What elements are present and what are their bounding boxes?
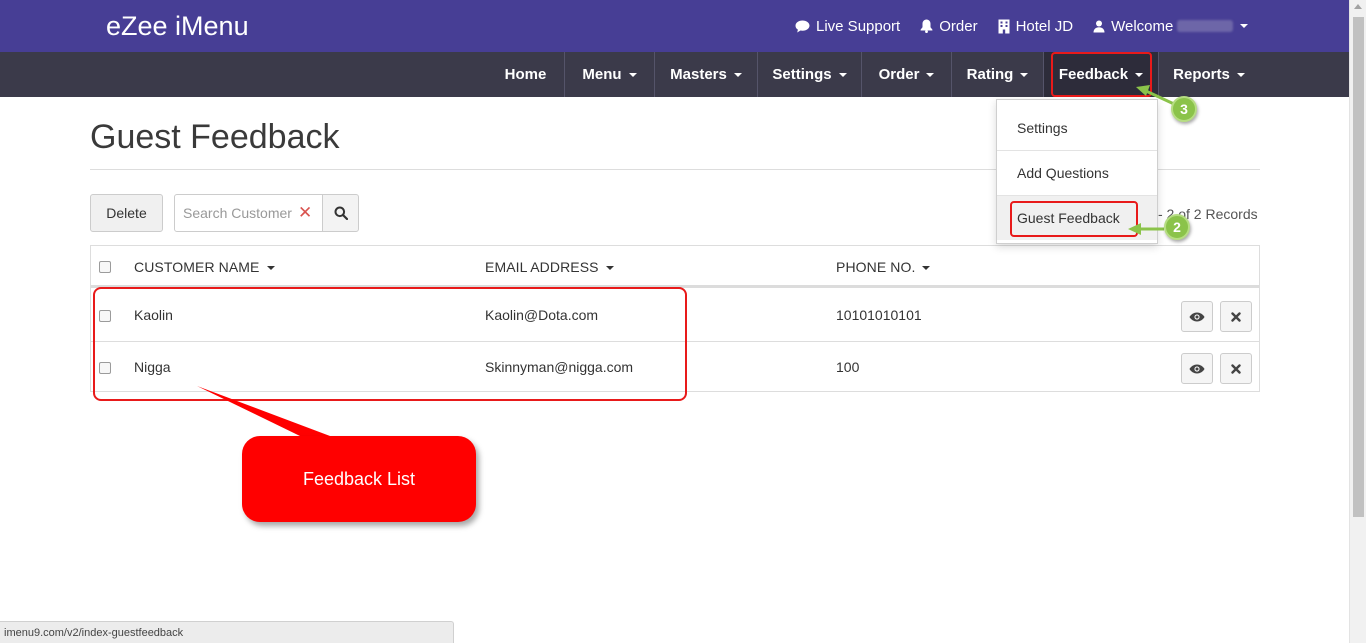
close-icon [1231,363,1241,374]
caret-down-icon [733,72,742,77]
caret-down-icon [605,266,614,271]
dropdown-item-add-questions[interactable]: Add Questions [997,150,1157,195]
browser-status-bar: imenu9.com/v2/index-guestfeedback [0,621,454,643]
caret-down-icon [628,72,637,77]
step-3-badge: 3 [1171,96,1197,122]
step-2-badge: 2 [1164,214,1190,240]
feedback-list-callout: Feedback List [242,436,476,522]
column-label: EMAIL ADDRESS [485,259,599,275]
nav-order-label: Order [878,66,920,83]
select-all-checkbox[interactable] [99,261,111,273]
top-bar: eZee iMenu Live Support Order Hotel JD W… [0,0,1349,52]
live-support-label: Live Support [816,17,901,35]
phone-cell: 100 [836,359,860,375]
column-label: CUSTOMER NAME [134,259,260,275]
eye-icon [1189,364,1205,373]
hotel-link[interactable]: Hotel JD [998,17,1074,35]
search-icon [334,206,348,220]
caret-down-icon [926,72,935,77]
dropdown-item-settings[interactable]: Settings [997,105,1157,150]
comment-icon [795,20,810,32]
eye-icon [1189,312,1205,321]
live-support-link[interactable]: Live Support [795,18,900,35]
column-phone-no[interactable]: PHONE NO. [836,259,931,275]
column-email-address[interactable]: EMAIL ADDRESS [485,259,614,275]
close-icon [1231,311,1241,322]
nav-settings[interactable]: Settings [758,52,861,97]
table-header: CUSTOMER NAME EMAIL ADDRESS PHONE NO. [91,246,1259,288]
view-button[interactable] [1181,353,1213,384]
vertical-scrollbar[interactable] [1349,0,1366,643]
caret-down-icon [838,72,847,77]
nav-order[interactable]: Order [862,52,951,97]
nav-settings-label: Settings [772,66,832,83]
phone-cell: 10101010101 [836,307,922,323]
nav-masters[interactable]: Masters [655,52,757,97]
page-title: Guest Feedback [90,118,340,156]
welcome-label: Welcome [1111,17,1174,35]
nav-rating-label: Rating [966,66,1014,83]
brand-logo[interactable]: eZee iMenu [106,11,249,42]
close-icon[interactable]: ✕ [298,203,312,223]
nav-home-label: Home [504,66,547,83]
view-button[interactable] [1181,301,1213,332]
hotel-label: Hotel JD [1015,17,1074,35]
caret-down-icon [1020,72,1029,77]
order-label: Order [939,17,978,35]
nav-menu-label: Menu [582,66,622,83]
caret-down-icon [1236,72,1245,77]
nav-home[interactable]: Home [487,52,564,97]
nav-masters-label: Masters [670,66,727,83]
order-link[interactable]: Order [920,17,978,35]
search-button[interactable] [322,194,359,232]
nav-reports-label: Reports [1173,66,1230,83]
caret-down-icon [1240,24,1249,28]
column-label: PHONE NO. [836,259,916,275]
highlight-feedback-list [93,287,687,401]
nav-rating[interactable]: Rating [952,52,1043,97]
redacted-username [1177,20,1234,32]
welcome-menu[interactable]: Welcome [1093,17,1249,35]
user-icon [1093,20,1105,32]
delete-button[interactable]: Delete [90,194,163,232]
highlight-guest-feedback [1010,201,1138,237]
scroll-up-arrow-icon[interactable] [1354,4,1362,9]
caret-down-icon [266,266,275,271]
remove-button[interactable] [1220,353,1252,384]
scroll-thumb[interactable] [1353,17,1364,517]
nav-menu[interactable]: Menu [565,52,654,97]
nav-reports[interactable]: Reports [1159,52,1259,97]
remove-button[interactable] [1220,301,1252,332]
column-customer-name[interactable]: CUSTOMER NAME [134,259,275,275]
building-icon [998,19,1010,33]
bell-icon [920,19,933,33]
top-links: Live Support Order Hotel JD Welcome [775,0,1249,52]
highlight-feedback-nav [1051,52,1152,97]
caret-down-icon [922,266,931,271]
